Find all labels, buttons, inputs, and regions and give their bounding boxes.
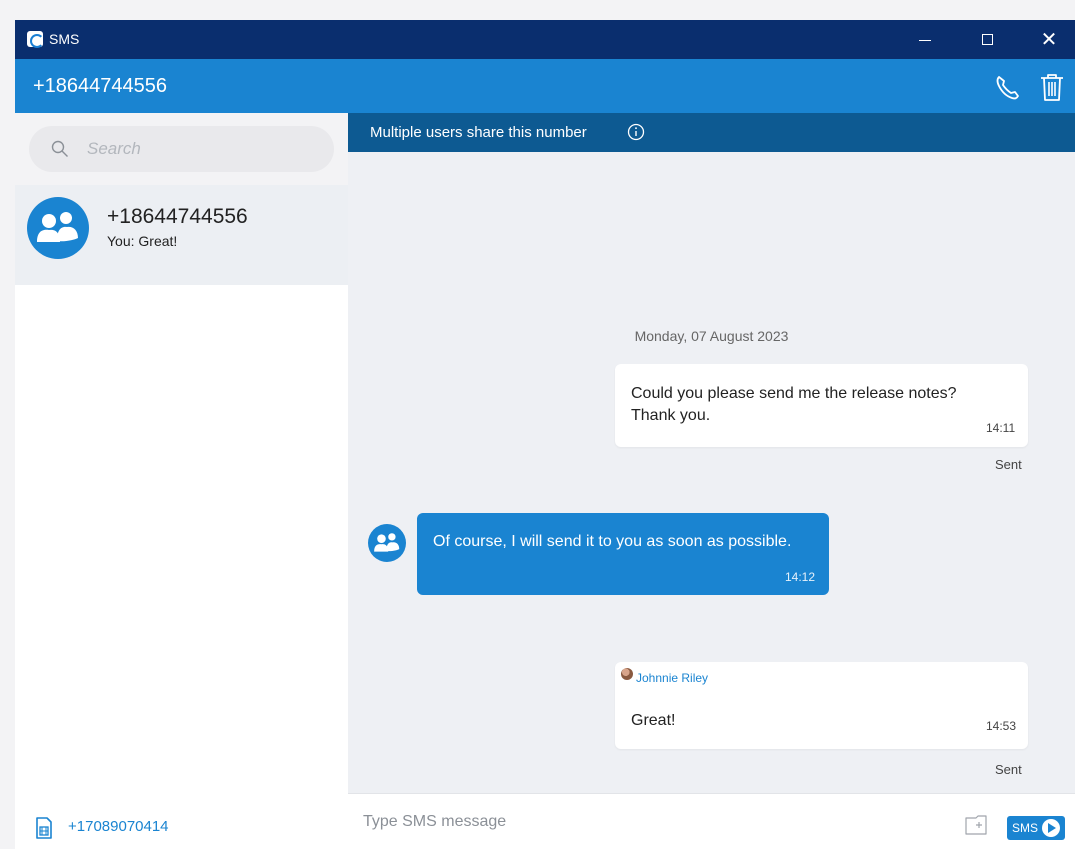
attach-icon[interactable]	[964, 813, 996, 837]
window-title: SMS	[49, 31, 80, 47]
conversation-number: +18644744556	[107, 205, 248, 228]
message-text: Great!	[631, 712, 676, 729]
group-avatar-icon	[27, 197, 89, 259]
phone-icon[interactable]	[990, 70, 1024, 104]
message-time: 14:11	[986, 421, 1016, 435]
search-input[interactable]	[87, 138, 317, 160]
send-sms-button[interactable]: SMS	[1007, 816, 1065, 840]
message-text: Of course, I will send it to you as soon…	[433, 533, 792, 550]
conversation-header: +18644744556	[15, 59, 1075, 113]
avatar	[621, 668, 633, 680]
app-logo-icon	[27, 31, 44, 48]
own-number: +17089070414	[68, 818, 169, 835]
maximize-icon	[981, 34, 993, 45]
trash-icon[interactable]	[1037, 70, 1067, 104]
search-icon	[51, 140, 68, 157]
message-input[interactable]	[363, 810, 923, 834]
message-thread: Monday, 07 August 2023 Could you please …	[348, 152, 1075, 793]
message-status: Sent	[995, 457, 1022, 472]
message-time: 14:12	[785, 570, 816, 584]
sms-window: SMS ✕ +18644744556 Search +18644744556 Y…	[15, 20, 1075, 849]
search-box[interactable]	[29, 126, 334, 172]
conversation-preview: You: Great!	[107, 233, 178, 249]
send-arrow-icon	[1042, 819, 1060, 837]
group-avatar-icon	[368, 524, 406, 562]
message-time: 14:53	[986, 719, 1017, 733]
close-icon: ✕	[1040, 28, 1058, 51]
sidebar: +18644744556 You: Great! +17089070414	[15, 113, 348, 849]
message-status: Sent	[995, 762, 1022, 777]
send-label: SMS	[1012, 821, 1039, 835]
minimize-icon	[919, 40, 931, 41]
contact-number: +18644744556	[33, 75, 168, 97]
search-area	[15, 113, 348, 185]
message-composer: SMS	[348, 793, 1075, 849]
outgoing-message[interactable]: Could you please send me the release not…	[615, 364, 1028, 447]
sim-card-icon	[36, 817, 52, 839]
banner-text: Multiple users share this number	[370, 124, 587, 141]
own-number-footer[interactable]: +17089070414	[15, 813, 348, 849]
info-icon[interactable]	[627, 123, 645, 141]
title-bar: SMS ✕	[15, 20, 1075, 59]
close-button[interactable]: ✕	[1026, 20, 1072, 59]
date-separator: Monday, 07 August 2023	[634, 328, 789, 344]
incoming-message[interactable]: Of course, I will send it to you as soon…	[417, 513, 829, 595]
shared-number-banner: Multiple users share this number	[348, 113, 1075, 152]
sender-name: Johnnie Riley	[636, 671, 709, 685]
outgoing-message[interactable]: Johnnie Riley Great! 14:53	[615, 662, 1028, 749]
minimize-button[interactable]	[902, 20, 948, 59]
conversation-item[interactable]: +18644744556 You: Great!	[15, 185, 348, 285]
maximize-button[interactable]	[964, 20, 1010, 59]
message-text: Could you please send me the release not…	[631, 385, 957, 424]
